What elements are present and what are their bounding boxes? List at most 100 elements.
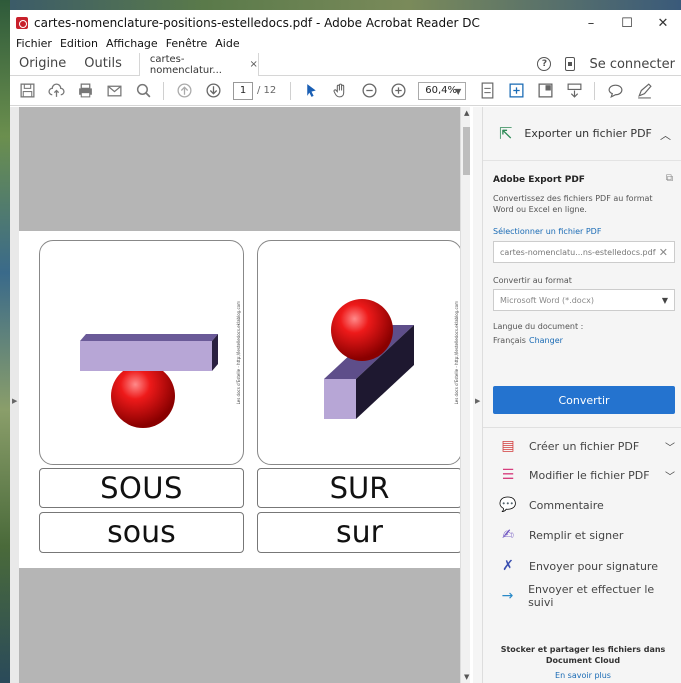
menu-affichage[interactable]: Affichage [106, 37, 158, 50]
menu-edition[interactable]: Edition [60, 37, 98, 50]
page-number-input[interactable]: 1 [233, 81, 253, 100]
format-select[interactable]: Microsoft Word (*.docx) ▼ [493, 289, 675, 311]
menu-fichier[interactable]: Fichier [16, 37, 52, 50]
desktop-background-top [0, 0, 681, 10]
comment-icon[interactable] [606, 82, 624, 100]
tool-fill-sign[interactable]: ✍ Remplir et signer [499, 526, 675, 544]
zoom-out-icon[interactable] [360, 82, 378, 100]
clear-file-icon[interactable]: ✕ [659, 246, 668, 259]
export-description: Convertissez des fichiers PDF au format … [493, 194, 653, 214]
zoom-level-select[interactable]: 60,4% ▼ [418, 81, 467, 100]
tab-document-label: cartes-nomenclatur... [149, 53, 222, 76]
language-value: Français [493, 336, 526, 345]
tool-send-signature[interactable]: ✗ Envoyer pour signature [499, 557, 675, 575]
tab-document[interactable]: cartes-nomenclatur... × [138, 53, 259, 76]
select-cursor-icon[interactable] [302, 82, 320, 100]
export-pdf-title: Exporter un fichier PDF [524, 127, 652, 140]
toolbar-separator [290, 81, 292, 100]
save-icon[interactable] [18, 82, 36, 100]
chevron-right-icon: ▶ [12, 397, 18, 405]
tab-close-icon[interactable]: × [249, 59, 257, 70]
zoom-in-icon[interactable] [389, 82, 407, 100]
email-icon[interactable] [105, 82, 123, 100]
print-icon[interactable] [76, 82, 94, 100]
fit-page-icon[interactable] [478, 82, 496, 100]
left-nav-toggle[interactable]: ▶ [10, 107, 19, 683]
select-file-link[interactable]: Sélectionner un fichier PDF [493, 227, 601, 236]
mobile-link-icon[interactable] [565, 57, 576, 71]
desktop-background-left [0, 0, 10, 683]
minimize-button[interactable]: – [573, 10, 609, 36]
tab-tools[interactable]: Outils [75, 52, 131, 75]
selected-file-field[interactable]: cartes-nomenclatu...ns-estelledocs.pdf ✕ [493, 241, 675, 263]
illustration-sous [80, 334, 218, 428]
comment-icon: 💬 [499, 497, 517, 513]
toolbar-separator [163, 81, 164, 100]
menu-bar: Fichier Edition Affichage Fenêtre Aide [10, 36, 681, 50]
picture-card-sur: Les docs d'Estelle - http://lestelledocs… [257, 240, 462, 465]
cloud-upload-icon[interactable] [47, 82, 65, 100]
export-section-title: Adobe Export PDF [493, 175, 585, 185]
help-icon[interactable]: ? [537, 57, 552, 71]
convert-format-label: Convertir au format [493, 276, 572, 285]
card-credit: Les docs d'Estelle - http://lestelledocs… [454, 301, 459, 405]
scroll-down-icon[interactable]: ▼ [464, 673, 469, 681]
right-pane-toggle[interactable]: ▶ [473, 107, 483, 683]
vertical-scrollbar[interactable]: ▲ ▼ [460, 107, 470, 683]
title-bar: cartes-nomenclature-positions-estelledoc… [10, 10, 681, 36]
tool-edit-pdf[interactable]: ☰ Modifier le fichier PDF ﹀ [499, 466, 675, 484]
search-icon[interactable] [134, 82, 152, 100]
pen-sign-icon[interactable] [635, 82, 653, 100]
tool-comment[interactable]: 💬 Commentaire [499, 496, 675, 514]
acrobat-app-icon [16, 17, 28, 29]
convert-button[interactable]: Convertir [493, 386, 675, 414]
page-total: / 12 [257, 85, 277, 96]
fullscreen-icon[interactable] [536, 82, 554, 100]
chevron-down-icon: ▼ [455, 86, 462, 96]
maximize-button[interactable]: ☐ [609, 10, 645, 36]
send-track-icon: → [501, 588, 514, 604]
page-down-icon[interactable] [204, 82, 222, 100]
rotate-view-icon[interactable] [507, 82, 525, 100]
tool-label: Commentaire [529, 498, 604, 512]
page-up-icon[interactable] [175, 82, 193, 100]
scrollbar-thumb[interactable] [463, 127, 470, 175]
toolbar-separator [594, 81, 596, 100]
fill-sign-icon: ✍ [502, 527, 514, 543]
chevron-down-icon: ﹀ [665, 471, 675, 483]
signin-link[interactable]: Se connecter [589, 57, 675, 72]
label-card-sur-upper: SUR [257, 468, 462, 508]
tools-pane: ⇱ Exporter un fichier PDF ︿ Adobe Export… [483, 107, 681, 683]
format-select-value: Microsoft Word (*.docx) [500, 295, 594, 305]
close-button[interactable]: ✕ [645, 10, 681, 36]
tab-home[interactable]: Origine [10, 52, 75, 75]
chevron-up-icon[interactable]: ︿ [660, 127, 671, 143]
chevron-down-icon: ﹀ [665, 442, 675, 454]
tool-label: Créer un fichier PDF [529, 439, 640, 453]
panel-divider [483, 427, 681, 428]
export-pdf-header[interactable]: ⇱ Exporter un fichier PDF ︿ [483, 107, 681, 161]
acrobat-window: cartes-nomenclature-positions-estelledoc… [10, 10, 681, 683]
change-language-link[interactable]: Changer [529, 336, 563, 345]
export-pdf-icon: ⇱ [499, 124, 513, 143]
tool-label: Remplir et signer [529, 528, 624, 542]
document-language: Français Changer [493, 336, 563, 345]
cloud-storage-text: Stocker et partager les fichiers dans Do… [500, 645, 666, 665]
tool-create-pdf[interactable]: ▤ Créer un fichier PDF ﹀ [499, 437, 675, 455]
scroll-up-icon[interactable]: ▲ [464, 109, 469, 117]
pdf-page: Les docs d'Estelle - http://lestelledocs… [19, 231, 462, 568]
label-card-sous-upper: SOUS [39, 468, 244, 508]
menu-fenetre[interactable]: Fenêtre [166, 37, 208, 50]
edit-pdf-icon: ☰ [501, 467, 515, 483]
document-viewport[interactable]: ▶ Les docs d'Estelle - http://lestelledo… [10, 107, 470, 683]
scroll-mode-icon[interactable] [565, 82, 583, 100]
tool-send-track[interactable]: → Envoyer et effectuer le suivi [499, 583, 675, 609]
tool-label: Envoyer pour signature [529, 559, 658, 573]
tab-row-right: ? Se connecter [537, 52, 681, 76]
hand-tool-icon[interactable] [331, 82, 349, 100]
tool-label: Envoyer et effectuer le suivi [528, 583, 655, 609]
menu-aide[interactable]: Aide [215, 37, 239, 50]
tab-row: Origine Outils cartes-nomenclatur... × ?… [10, 52, 681, 76]
copy-icon[interactable]: ⧉ [666, 173, 673, 184]
learn-more-link[interactable]: En savoir plus [495, 671, 671, 680]
